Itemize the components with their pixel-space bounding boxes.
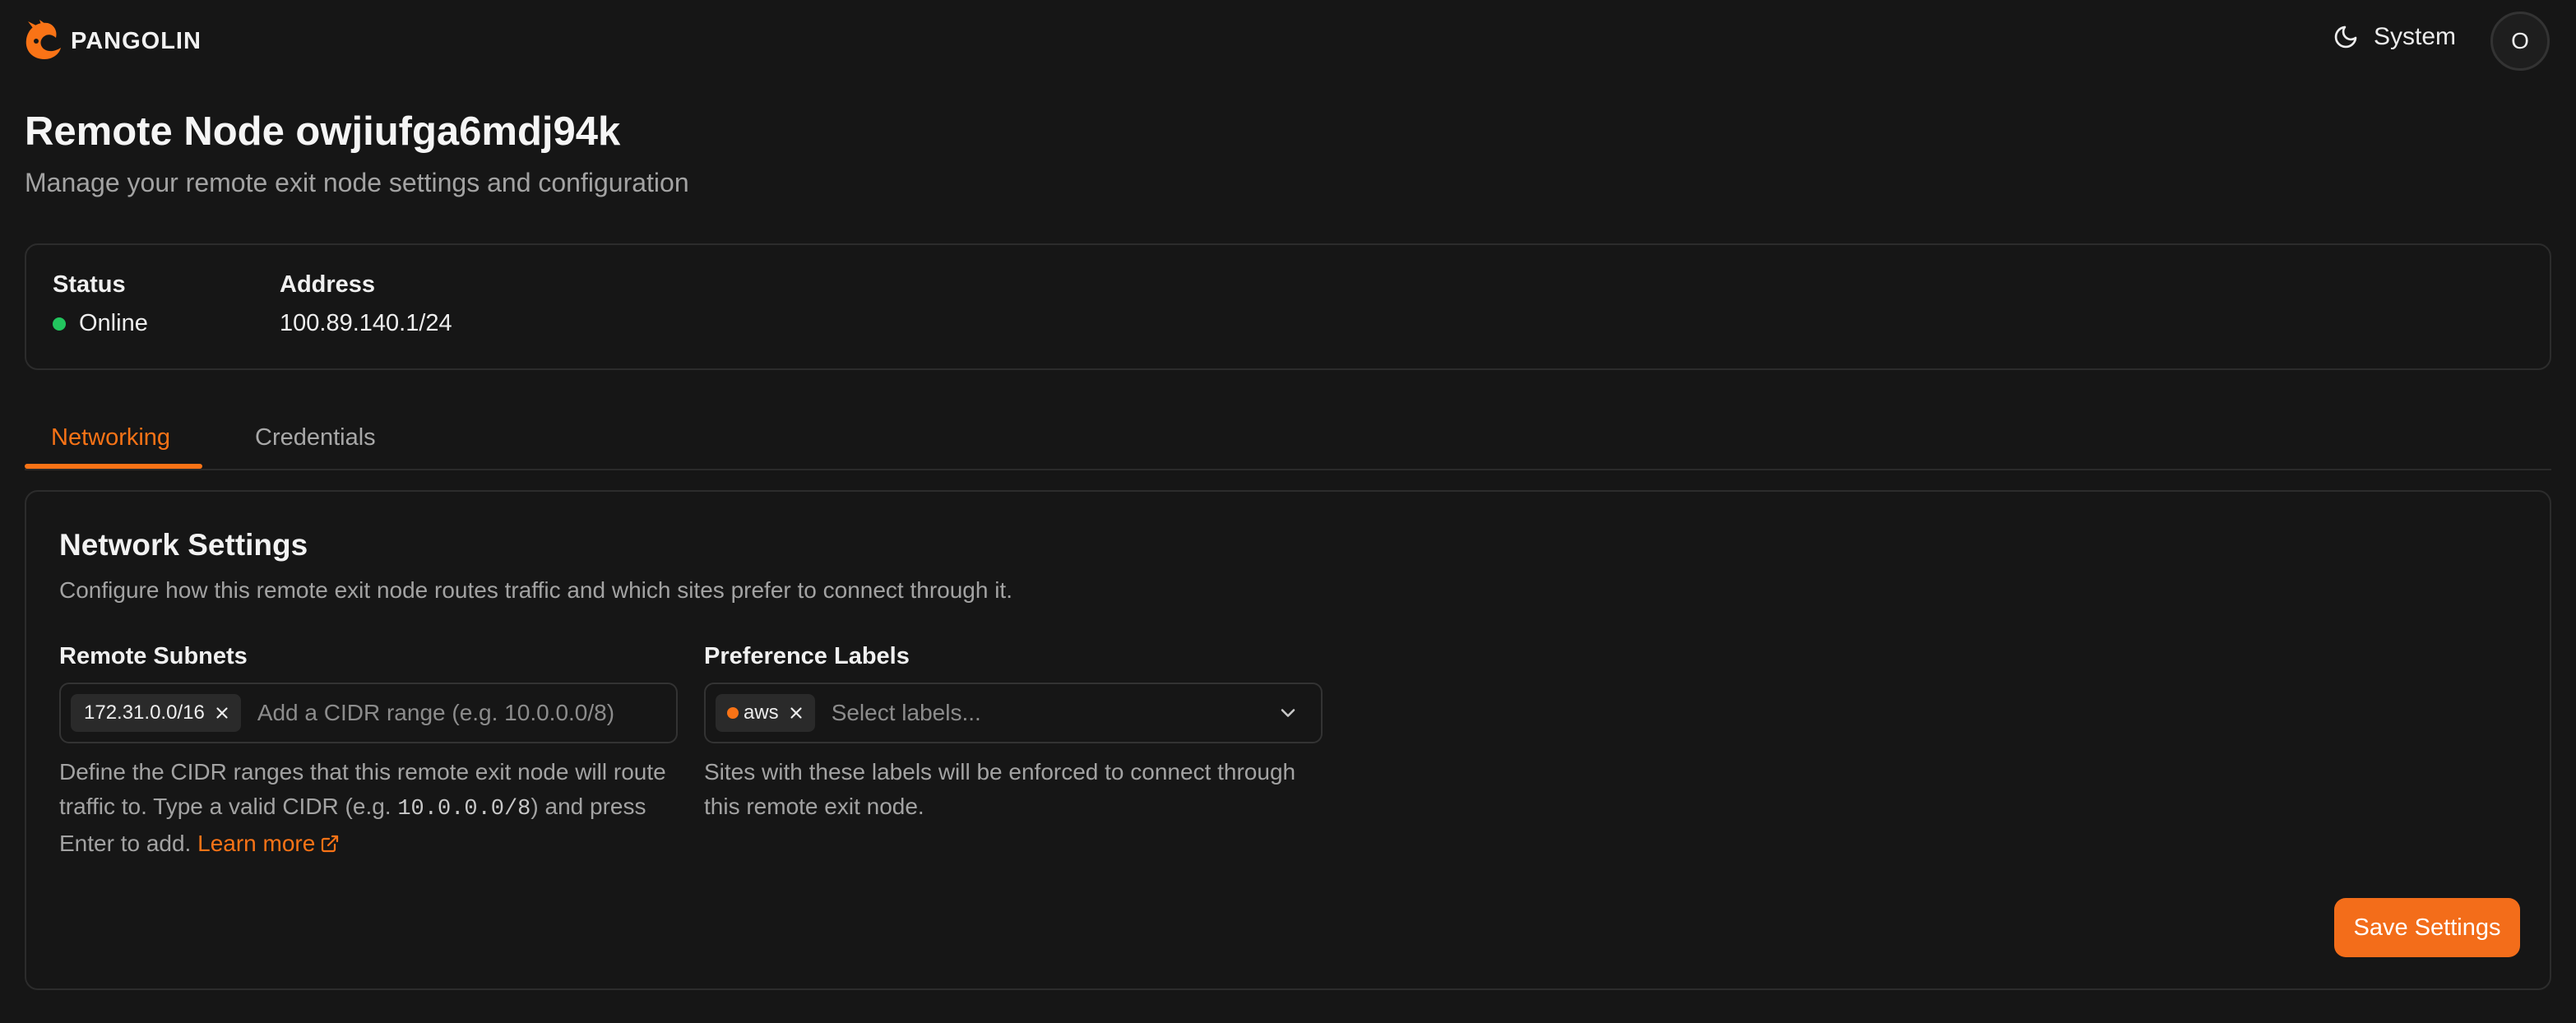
chevron-down-icon[interactable] <box>1276 701 1300 724</box>
preference-labels-select[interactable]: aws Select labels... <box>704 683 1323 743</box>
brand[interactable]: PANGOLIN <box>23 20 202 62</box>
address-value: 100.89.140.1/24 <box>280 310 452 336</box>
subnet-chip-label: 172.31.0.0/16 <box>84 701 205 724</box>
preference-labels-help: Sites with these labels will be enforced… <box>704 759 1296 819</box>
user-avatar[interactable]: O <box>2490 12 2550 71</box>
preference-labels-label: Preference Labels <box>704 643 910 669</box>
remove-label-close-icon[interactable] <box>787 704 805 722</box>
external-link-icon <box>322 835 339 853</box>
address-section: Address 100.89.140.1/24 <box>280 271 452 337</box>
network-settings-description: Configure how this remote exit node rout… <box>59 577 1012 603</box>
theme-toggle[interactable]: System <box>2333 23 2456 51</box>
moon-icon <box>2334 25 2357 49</box>
network-settings-title: Network Settings <box>59 528 308 562</box>
status-label: Status <box>53 271 126 298</box>
cidr-input[interactable] <box>257 700 676 726</box>
status-text: Online <box>79 310 148 336</box>
pangolin-logo-icon <box>25 20 61 59</box>
node-info-card: Status Online Address 100.89.140.1/24 <box>25 243 2551 370</box>
select-labels-placeholder: Select labels... <box>831 700 981 725</box>
top-bar: PANGOLIN System O <box>0 0 2576 86</box>
remote-subnets-label: Remote Subnets <box>59 643 248 669</box>
learn-more-label: Learn more <box>197 831 316 856</box>
brand-name: PANGOLIN <box>71 27 202 54</box>
tab-credentials[interactable]: Credentials <box>255 424 376 451</box>
tab-bar: Networking Credentials <box>25 411 2551 470</box>
help-cidr-example: 10.0.0.0/8 <box>397 797 531 822</box>
label-chip: aws <box>716 694 815 732</box>
learn-more-link[interactable]: Learn more <box>197 831 340 856</box>
save-settings-button[interactable]: Save Settings <box>2334 898 2520 957</box>
page-title: Remote Node owjiufga6mdj94k <box>25 109 621 154</box>
address-label: Address <box>280 271 376 298</box>
remote-subnets-field[interactable]: 172.31.0.0/16 <box>59 683 678 743</box>
label-color-dot-icon <box>727 707 739 719</box>
tab-networking[interactable]: Networking <box>51 424 170 451</box>
remote-subnets-help: Define the CIDR ranges that this remote … <box>59 755 684 861</box>
remove-subnet-close-icon[interactable] <box>213 704 231 722</box>
theme-label: System <box>2374 23 2457 50</box>
status-online-dot-icon <box>53 317 66 331</box>
network-settings-card: Network Settings Configure how this remo… <box>25 490 2551 990</box>
subnet-chip: 172.31.0.0/16 <box>71 694 241 732</box>
status-section: Status Online <box>53 271 148 337</box>
page-subtitle: Manage your remote exit node settings an… <box>25 168 689 197</box>
active-tab-indicator <box>25 464 202 469</box>
status-value: Online <box>53 310 148 337</box>
label-chip-text: aws <box>744 701 779 724</box>
